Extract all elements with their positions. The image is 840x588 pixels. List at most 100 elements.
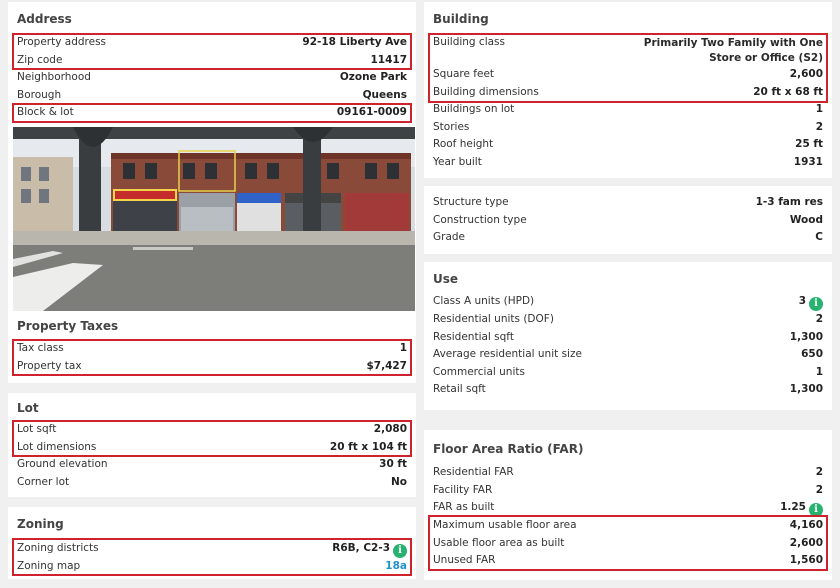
row-residential-far: Residential FAR 2 bbox=[424, 464, 832, 482]
row-borough: Borough Queens bbox=[8, 87, 416, 105]
commercial-units-value: 1 bbox=[815, 365, 823, 378]
usable-floor-built-label: Usable floor area as built bbox=[433, 536, 565, 549]
row-building-dimensions: Building dimensions 20 ft x 68 ft bbox=[424, 84, 832, 102]
commercial-units-label: Commercial units bbox=[433, 365, 525, 378]
avg-unit-size-label: Average residential unit size bbox=[433, 348, 582, 360]
far-as-built-text: 1.25 bbox=[780, 501, 806, 513]
building-card: Building Building class Primarily Two Fa… bbox=[424, 2, 832, 178]
stories-label: Stories bbox=[433, 120, 470, 133]
year-built-label: Year built bbox=[433, 155, 482, 168]
row-avg-unit-size: Average residential unit size 650 bbox=[424, 346, 832, 364]
residential-far-value: 2 bbox=[815, 466, 823, 478]
row-property-tax: Property tax $7,427 bbox=[8, 358, 416, 376]
zoning-card: Zoning Zoning districts R6B, C2-3 i Zonin… bbox=[8, 507, 416, 579]
zoning-map-label: Zoning map bbox=[17, 559, 81, 572]
row-ground-elevation: Ground elevation 30 ft bbox=[8, 456, 416, 474]
street-view-photo[interactable] bbox=[13, 127, 415, 311]
retail-sqft-label: Retail sqft bbox=[433, 383, 486, 395]
zoning-title: Zoning bbox=[17, 517, 64, 531]
corner-lot-value: No bbox=[390, 475, 407, 488]
zip-code-label: Zip code bbox=[17, 53, 63, 66]
row-corner-lot: Corner lot No bbox=[8, 474, 416, 492]
row-square-feet: Square feet 2,600 bbox=[424, 66, 832, 84]
tax-class-label: Tax class bbox=[17, 342, 64, 354]
far-title: Floor Area Ratio (FAR) bbox=[433, 442, 584, 456]
row-stories: Stories 2 bbox=[424, 119, 832, 137]
roof-height-value: 25 ft bbox=[795, 138, 823, 150]
building-class-value: Primarily Two Family with One Store or O… bbox=[643, 37, 823, 64]
property-taxes-card: Property Taxes Tax class 1 Property tax … bbox=[8, 313, 416, 383]
ground-elevation-label: Ground elevation bbox=[17, 458, 108, 470]
unused-far-value: 1,560 bbox=[789, 554, 823, 566]
address-card: Address Property address 92-18 Liberty A… bbox=[8, 2, 416, 313]
row-residential-units: Residential units (DOF) 2 bbox=[424, 311, 832, 329]
construction-type-label: Construction type bbox=[433, 213, 527, 226]
zoning-districts-label: Zoning districts bbox=[17, 542, 99, 554]
row-lot-sqft: Lot sqft 2,080 bbox=[8, 421, 416, 439]
residential-units-value: 2 bbox=[815, 313, 823, 325]
lot-dimensions-label: Lot dimensions bbox=[17, 440, 97, 453]
property-address-label: Property address bbox=[17, 36, 107, 48]
far-as-built-label: FAR as built bbox=[433, 501, 495, 513]
zoning-districts-value: R6B, C2-3 i bbox=[332, 542, 407, 558]
lot-sqft-label: Lot sqft bbox=[17, 423, 57, 435]
row-class-a-units: Class A units (HPD) 3i bbox=[424, 293, 832, 311]
zoning-info-icon[interactable]: i bbox=[393, 544, 407, 558]
roof-height-label: Roof height bbox=[433, 138, 494, 150]
row-unused-far: Unused FAR 1,560 bbox=[424, 552, 832, 570]
stories-value: 2 bbox=[815, 120, 823, 133]
row-block-lot: Block & lot 09161-0009 bbox=[8, 104, 416, 122]
row-zip-code: Zip code 11417 bbox=[8, 52, 416, 70]
corner-lot-label: Corner lot bbox=[17, 475, 70, 488]
property-address-value: 92-18 Liberty Ave bbox=[302, 36, 407, 48]
zoning-districts-text: R6B, C2-3 bbox=[332, 542, 390, 554]
class-a-units-text: 3 bbox=[798, 295, 806, 307]
tax-class-value: 1 bbox=[399, 342, 407, 354]
row-facility-far: Facility FAR 2 bbox=[424, 482, 832, 500]
retail-sqft-value: 1,300 bbox=[789, 383, 823, 395]
square-feet-value: 2,600 bbox=[789, 68, 823, 80]
property-tax-value: $7,427 bbox=[366, 359, 407, 372]
buildings-on-lot-label: Buildings on lot bbox=[433, 103, 515, 115]
residential-units-label: Residential units (DOF) bbox=[433, 313, 554, 325]
max-floor-area-value: 4,160 bbox=[789, 519, 823, 531]
lot-sqft-value: 2,080 bbox=[373, 423, 407, 435]
street-view-image bbox=[13, 127, 415, 311]
far-info-icon[interactable]: i bbox=[809, 503, 823, 517]
facility-far-label: Facility FAR bbox=[433, 483, 493, 496]
buildings-on-lot-value: 1 bbox=[815, 103, 823, 115]
row-zoning-map: Zoning map 18a bbox=[8, 558, 416, 576]
row-far-as-built: FAR as built 1.25 i bbox=[424, 499, 832, 517]
neighborhood-label: Neighborhood bbox=[17, 71, 91, 83]
row-grade: Grade C bbox=[424, 229, 832, 247]
facility-far-value: 2 bbox=[815, 483, 823, 496]
zip-code-value: 11417 bbox=[370, 53, 407, 66]
max-floor-area-label: Maximum usable floor area bbox=[433, 519, 577, 531]
lot-dimensions-value: 20 ft x 104 ft bbox=[329, 440, 407, 453]
row-structure-type: Structure type 1-3 fam res bbox=[424, 194, 832, 212]
residential-far-label: Residential FAR bbox=[433, 466, 514, 478]
zoning-map-link[interactable]: 18a bbox=[385, 560, 407, 572]
row-retail-sqft: Retail sqft 1,300 bbox=[424, 381, 832, 399]
row-max-floor-area: Maximum usable floor area 4,160 bbox=[424, 517, 832, 535]
class-a-info-icon[interactable]: i bbox=[809, 297, 823, 311]
building-title: Building bbox=[433, 12, 489, 26]
property-tax-label: Property tax bbox=[17, 359, 82, 372]
use-card: Use Class A units (HPD) 3i Residential u… bbox=[424, 262, 832, 410]
row-commercial-units: Commercial units 1 bbox=[424, 364, 832, 382]
row-residential-sqft: Residential sqft 1,300 bbox=[424, 329, 832, 347]
use-title: Use bbox=[433, 272, 459, 286]
row-usable-floor-built: Usable floor area as built 2,600 bbox=[424, 535, 832, 553]
unused-far-label: Unused FAR bbox=[433, 554, 496, 566]
class-a-units-value: 3i bbox=[799, 295, 823, 311]
building-class-label: Building class bbox=[433, 36, 505, 48]
neighborhood-value: Ozone Park bbox=[339, 71, 407, 83]
row-construction-type: Construction type Wood bbox=[424, 212, 832, 230]
residential-sqft-label: Residential sqft bbox=[433, 330, 514, 343]
year-built-value: 1931 bbox=[793, 155, 823, 168]
structure-type-value: 1-3 fam res bbox=[755, 196, 823, 208]
borough-value: Queens bbox=[362, 88, 407, 101]
row-buildings-on-lot: Buildings on lot 1 bbox=[424, 101, 832, 119]
lot-card: Lot Lot sqft 2,080 Lot dimensions 20 ft … bbox=[8, 393, 416, 497]
structure-type-label: Structure type bbox=[433, 196, 509, 208]
